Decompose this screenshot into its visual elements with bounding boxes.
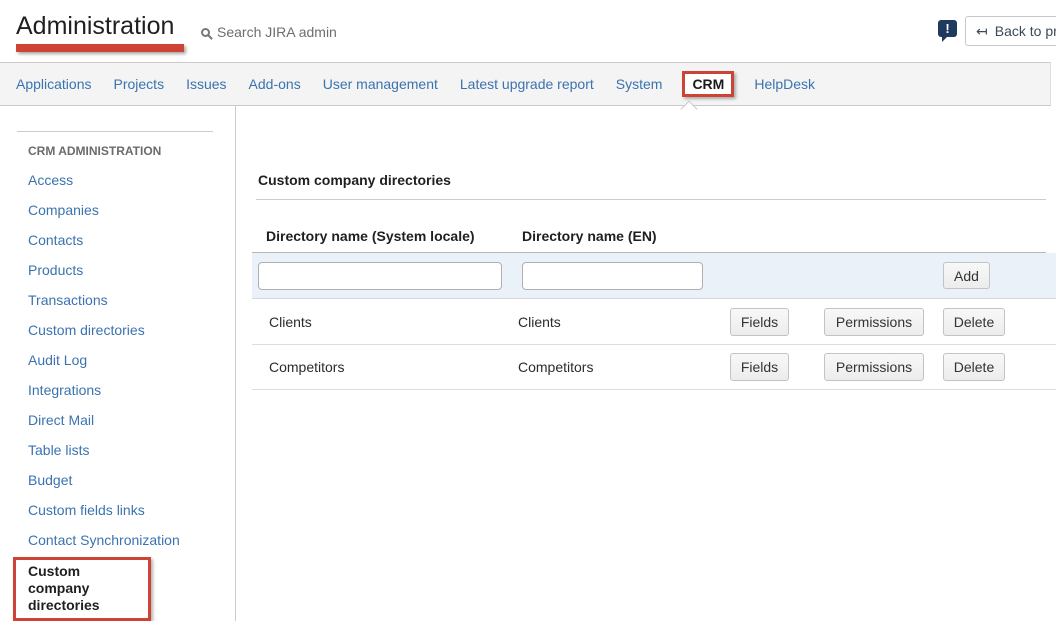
back-arrow-icon: ↤ [976, 23, 988, 40]
sidebar-item-companies[interactable]: Companies [28, 202, 99, 218]
directory-name-locale-input[interactable] [258, 262, 502, 290]
back-to-project-button[interactable]: ↤ Back to pr [965, 16, 1056, 46]
search-input[interactable] [217, 24, 357, 40]
annotation-box-crm: CRM [682, 71, 734, 97]
nav-item-applications[interactable]: Applications [16, 76, 92, 92]
sidebar-menu: Access Companies Contacts Products Trans… [28, 165, 180, 555]
sidebar-item-contact-synchronization[interactable]: Contact Synchronization [28, 532, 180, 548]
sidebar-item-transactions[interactable]: Transactions [28, 292, 108, 308]
sidebar-item-custom-directories[interactable]: Custom directories [28, 322, 145, 338]
nav-item-user-management[interactable]: User management [323, 76, 438, 92]
add-button[interactable]: Add [943, 262, 990, 289]
search-icon [201, 28, 210, 37]
page-title: Administration [16, 12, 174, 41]
sidebar-item-table-lists[interactable]: Table lists [28, 442, 89, 458]
jira-admin-page: Administration ! ↤ Back to pr Applicatio… [0, 0, 1056, 621]
nav-item-latest-upgrade-report[interactable]: Latest upgrade report [460, 76, 594, 92]
directory-row-competitors: Competitors Competitors Fields Permissio… [252, 345, 1056, 390]
sidebar-item-budget[interactable]: Budget [28, 472, 72, 488]
fields-button[interactable]: Fields [730, 353, 789, 381]
directory-name-en: Competitors [518, 345, 593, 390]
permissions-button[interactable]: Permissions [824, 353, 924, 381]
directory-row-clients: Clients Clients Fields Permissions Delet… [252, 300, 1056, 345]
directory-name-locale: Clients [269, 300, 312, 345]
sidebar-item-custom-company-directories[interactable]: Custom company directories [13, 557, 151, 621]
fields-button[interactable]: Fields [730, 308, 789, 336]
new-directory-row: Add [252, 253, 1056, 299]
sidebar-divider [17, 131, 213, 132]
sidebar-item-custom-fields-links[interactable]: Custom fields links [28, 502, 145, 518]
annotation-underline [16, 44, 184, 52]
directory-name-en-input[interactable] [522, 262, 703, 290]
nav-item-add-ons[interactable]: Add-ons [249, 76, 301, 92]
permissions-button[interactable]: Permissions [824, 308, 924, 336]
main-content: Custom company directories Directory nam… [236, 106, 1056, 621]
directory-name-locale: Competitors [269, 345, 344, 390]
sidebar-item-direct-mail[interactable]: Direct Mail [28, 412, 94, 428]
delete-button[interactable]: Delete [943, 353, 1005, 381]
admin-search [201, 22, 357, 42]
column-header-directory-name-locale: Directory name (System locale) [266, 228, 475, 244]
admin-nav: Applications Projects Issues Add-ons Use… [0, 62, 1051, 106]
nav-item-issues[interactable]: Issues [186, 76, 226, 92]
sidebar-item-contacts[interactable]: Contacts [28, 232, 83, 248]
column-header-directory-name-en: Directory name (EN) [522, 228, 657, 244]
sidebar-item-products[interactable]: Products [28, 262, 83, 278]
sidebar-item-audit-log[interactable]: Audit Log [28, 352, 87, 368]
nav-item-system[interactable]: System [616, 76, 663, 92]
delete-button[interactable]: Delete [943, 308, 1005, 336]
nav-item-crm[interactable]: CRM [692, 76, 724, 92]
sidebar-item-integrations[interactable]: Integrations [28, 382, 101, 398]
nav-item-helpdesk[interactable]: HelpDesk [754, 76, 815, 92]
notification-bubble-icon[interactable]: ! [938, 20, 957, 37]
back-button-label: Back to pr [995, 23, 1056, 39]
crm-sidebar: CRM ADMINISTRATION Access Companies Cont… [0, 106, 236, 621]
sidebar-item-access[interactable]: Access [28, 172, 73, 188]
heading-divider [256, 199, 1046, 200]
directory-name-en: Clients [518, 300, 561, 345]
sidebar-heading: CRM ADMINISTRATION [28, 144, 161, 158]
section-heading: Custom company directories [258, 172, 451, 188]
nav-item-projects[interactable]: Projects [114, 76, 165, 92]
